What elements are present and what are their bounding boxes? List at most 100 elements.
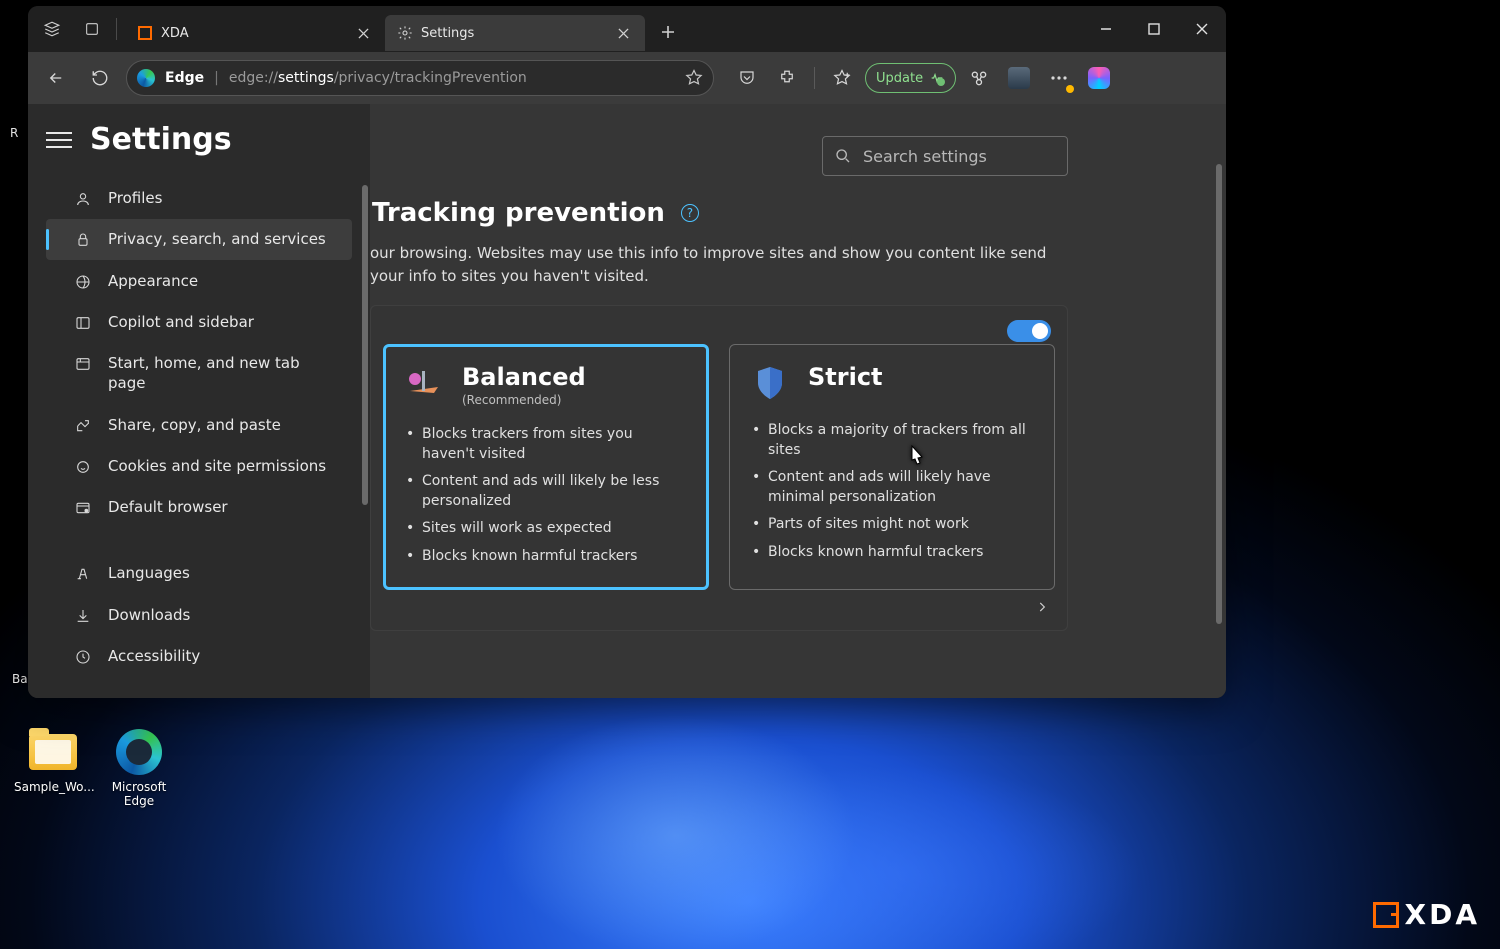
card-title: Strict	[808, 363, 883, 391]
sidebar-item-icon	[74, 417, 92, 435]
scrollbar[interactable]	[1216, 164, 1222, 624]
tab-xda[interactable]: XDA	[125, 15, 385, 51]
sidebar-item-profiles[interactable]: Profiles	[46, 178, 352, 218]
card-subtitle: (Recommended)	[462, 393, 586, 407]
sidebar-item-downloads[interactable]: Downloads	[46, 595, 352, 635]
tracking-prevention-panel: Balanced (Recommended) Blocks trackers fro…	[370, 305, 1068, 631]
card-bullet: Parts of sites might not work	[750, 511, 1034, 539]
new-tab-button[interactable]	[651, 15, 685, 49]
favorites-icon[interactable]	[825, 61, 859, 95]
hamburger-menu-icon[interactable]	[46, 127, 72, 153]
sidebar-item-label: Languages	[108, 563, 190, 583]
sidebar-item-icon	[74, 273, 92, 291]
scrollbar[interactable]	[362, 185, 368, 505]
tab-label: XDA	[161, 26, 189, 41]
sidebar-item-icon	[74, 565, 92, 583]
tracking-card-balanced[interactable]: Balanced (Recommended) Blocks trackers fro…	[383, 344, 709, 590]
maximize-button[interactable]	[1130, 6, 1178, 52]
edge-icon	[116, 729, 162, 775]
card-icon	[750, 363, 790, 403]
settings-favicon	[397, 25, 413, 41]
card-bullet: Blocks trackers from sites you haven't v…	[404, 421, 688, 468]
refresh-button[interactable]	[82, 60, 118, 96]
sidebar-item-icon	[74, 607, 92, 625]
collections-icon[interactable]	[962, 61, 996, 95]
sidebar-item-cookies-and-site-permissions[interactable]: Cookies and site permissions	[46, 446, 352, 486]
next-option-button[interactable]	[383, 590, 1055, 614]
card-icon	[404, 363, 444, 403]
more-menu-button[interactable]	[1042, 61, 1076, 95]
sidebar-item-icon	[74, 355, 92, 373]
browser-window: XDA Settings Edge | edge://settings/priv…	[28, 6, 1226, 698]
sidebar-item-privacy-search-and-services[interactable]: Privacy, search, and services	[46, 219, 352, 259]
site-identity: Edge	[165, 70, 204, 86]
help-icon[interactable]: ?	[681, 204, 699, 222]
minimize-button[interactable]	[1082, 6, 1130, 52]
settings-title: Settings	[90, 122, 232, 157]
sidebar-item-label: Share, copy, and paste	[108, 415, 281, 435]
workspaces-button[interactable]	[36, 13, 68, 45]
desktop-icon-label: Microsoft Edge	[100, 780, 178, 808]
partial-label: R	[10, 126, 18, 140]
watermark-text: XDA	[1405, 898, 1481, 931]
sidebar-item-label: Start, home, and new tab page	[108, 353, 338, 394]
titlebar: XDA Settings	[28, 6, 1226, 52]
sidebar-item-label: Accessibility	[108, 646, 200, 666]
update-button[interactable]: Update	[865, 63, 956, 93]
update-label: Update	[876, 71, 923, 86]
page-heading: Tracking prevention	[372, 198, 665, 228]
tab-close-button[interactable]	[613, 23, 633, 43]
search-settings-input[interactable]: Search settings	[822, 136, 1068, 176]
extensions-icon[interactable]	[770, 61, 804, 95]
profile-avatar[interactable]	[1002, 61, 1036, 95]
sidebar-item-accessibility[interactable]: Accessibility	[46, 636, 352, 676]
card-title: Balanced	[462, 363, 586, 391]
sidebar-item-share-copy-and-paste[interactable]: Share, copy, and paste	[46, 405, 352, 445]
pocket-icon[interactable]	[730, 61, 764, 95]
desktop-icon-label: Sample_Wo...	[14, 780, 92, 794]
copilot-button[interactable]	[1082, 61, 1116, 95]
sidebar-item-icon	[74, 648, 92, 666]
folder-icon	[29, 734, 77, 770]
heart-pulse-icon	[929, 70, 945, 86]
copilot-icon	[1088, 67, 1110, 89]
desktop-icon-folder[interactable]: Sample_Wo...	[14, 728, 92, 794]
sidebar-item-icon	[74, 190, 92, 208]
sidebar-item-default-browser[interactable]: Default browser	[46, 487, 352, 527]
card-bullet: Sites will work as expected	[404, 515, 688, 543]
tracking-card-strict[interactable]: Strict Blocks a majority of trackers from…	[729, 344, 1055, 590]
address-bar[interactable]: Edge | edge://settings/privacy/trackingP…	[126, 60, 714, 96]
sidebar-item-copilot-and-sidebar[interactable]: Copilot and sidebar	[46, 302, 352, 342]
edge-icon	[137, 69, 155, 87]
separator: |	[214, 70, 219, 86]
back-button[interactable]	[38, 60, 74, 96]
card-bullet: Content and ads will likely have minimal…	[750, 464, 1034, 511]
xda-logo-icon	[1373, 902, 1399, 928]
tab-label: Settings	[421, 26, 474, 41]
card-bullet: Blocks known harmful trackers	[750, 539, 1034, 567]
window-close-button[interactable]	[1178, 6, 1226, 52]
settings-sidebar: Settings ProfilesPrivacy, search, and se…	[28, 104, 370, 698]
sidebar-item-icon	[74, 314, 92, 332]
sidebar-item-icon	[74, 458, 92, 476]
xda-favicon	[137, 25, 153, 41]
toolbar: Edge | edge://settings/privacy/trackingP…	[28, 52, 1226, 104]
url-text: edge://settings/privacy/trackingPreventi…	[229, 70, 527, 86]
card-bullet: Blocks a majority of trackers from all s…	[750, 417, 1034, 464]
search-placeholder: Search settings	[863, 147, 987, 166]
xda-watermark: XDA	[1373, 898, 1481, 931]
tab-actions-button[interactable]	[76, 13, 108, 45]
sidebar-item-appearance[interactable]: Appearance	[46, 261, 352, 301]
separator	[116, 18, 117, 40]
sidebar-item-start-home-and-new-tab-page[interactable]: Start, home, and new tab page	[46, 343, 352, 404]
sidebar-item-languages[interactable]: Languages	[46, 553, 352, 593]
favorite-star-icon[interactable]	[685, 69, 703, 87]
sidebar-item-label: Appearance	[108, 271, 198, 291]
sidebar-item-label: Cookies and site permissions	[108, 456, 326, 476]
tracking-toggle[interactable]	[1007, 320, 1051, 342]
sidebar-item-icon	[74, 499, 92, 517]
tab-settings[interactable]: Settings	[385, 15, 645, 51]
desktop-icon-edge[interactable]: Microsoft Edge	[100, 728, 178, 808]
sidebar-item-label: Copilot and sidebar	[108, 312, 254, 332]
tab-close-button[interactable]	[353, 23, 373, 43]
